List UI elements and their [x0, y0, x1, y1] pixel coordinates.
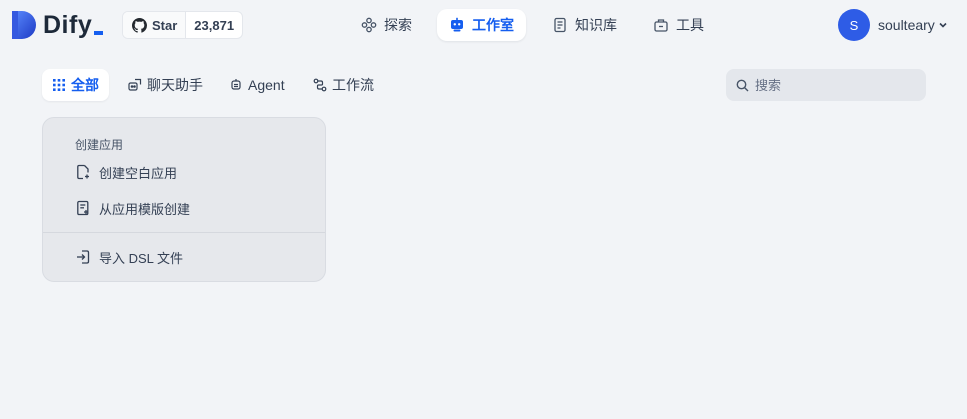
- nav-explore[interactable]: 探索: [349, 9, 424, 41]
- chevron-down-icon[interactable]: [938, 20, 948, 30]
- search-box[interactable]: [726, 69, 926, 101]
- create-from-template-button[interactable]: 从应用模版创建: [75, 196, 190, 220]
- logo-cursor: [94, 31, 104, 35]
- tab-chat-assistant-label: 聊天助手: [147, 77, 203, 93]
- tab-all-label: 全部: [71, 77, 99, 93]
- robot-icon: [451, 17, 463, 32]
- card-divider: [43, 232, 325, 233]
- book-icon: [554, 17, 566, 33]
- tab-workflow-label: 工作流: [332, 77, 374, 93]
- import-icon: [77, 250, 90, 264]
- logo-text: Dify: [43, 10, 93, 39]
- grid-icon: [53, 79, 65, 91]
- nav-knowledge[interactable]: 知识库: [540, 9, 629, 41]
- github-star-label: Star: [152, 17, 178, 33]
- chat-bot-icon: [128, 78, 142, 91]
- import-dsl-label: 导入 DSL 文件: [99, 250, 184, 266]
- nav-knowledge-label: 知识库: [575, 17, 617, 33]
- github-star-button[interactable]: Star: [123, 12, 187, 38]
- user-menu[interactable]: S soulteary: [838, 9, 948, 41]
- tab-chat-assistant[interactable]: 聊天助手: [118, 69, 213, 101]
- nav-tools[interactable]: 工具: [641, 9, 716, 41]
- create-from-template-label: 从应用模版创建: [99, 201, 191, 217]
- template-icon: [77, 200, 89, 216]
- github-star-widget[interactable]: Star 23,871: [122, 11, 244, 39]
- search-icon: [736, 79, 749, 91]
- explore-icon: [361, 17, 377, 33]
- nav-tools-label: 工具: [676, 17, 704, 33]
- create-app-title: 创建应用: [75, 138, 124, 152]
- top-header: Dify Star 23,871 探索 工作室 知识库 工具 S soultea…: [0, 0, 967, 50]
- github-icon: [132, 17, 147, 33]
- tab-all[interactable]: 全部: [42, 69, 109, 101]
- tab-workflow[interactable]: 工作流: [303, 69, 384, 101]
- tab-agent[interactable]: Agent: [219, 69, 295, 101]
- user-name[interactable]: soulteary: [878, 17, 935, 33]
- workflow-icon: [313, 78, 327, 92]
- search-input[interactable]: [755, 77, 915, 93]
- agent-icon: [231, 79, 241, 90]
- tab-agent-label: Agent: [248, 77, 285, 93]
- dify-logo-mark-icon: [12, 11, 36, 39]
- github-star-count[interactable]: 23,871: [186, 18, 242, 33]
- create-app-card: 创建应用 创建空白应用 从应用模版创建 导入 DSL 文件: [42, 117, 326, 282]
- import-dsl-button[interactable]: 导入 DSL 文件: [75, 245, 183, 269]
- file-plus-icon: [77, 164, 89, 180]
- nav-explore-label: 探索: [384, 17, 412, 33]
- create-blank-app-button[interactable]: 创建空白应用: [75, 160, 177, 184]
- create-blank-app-label: 创建空白应用: [99, 165, 178, 181]
- dify-logo[interactable]: Dify: [12, 10, 104, 39]
- toolbox-icon: [654, 19, 668, 32]
- nav-studio-label: 工作室: [472, 17, 514, 33]
- nav-studio[interactable]: 工作室: [437, 9, 526, 41]
- avatar[interactable]: S: [838, 9, 870, 41]
